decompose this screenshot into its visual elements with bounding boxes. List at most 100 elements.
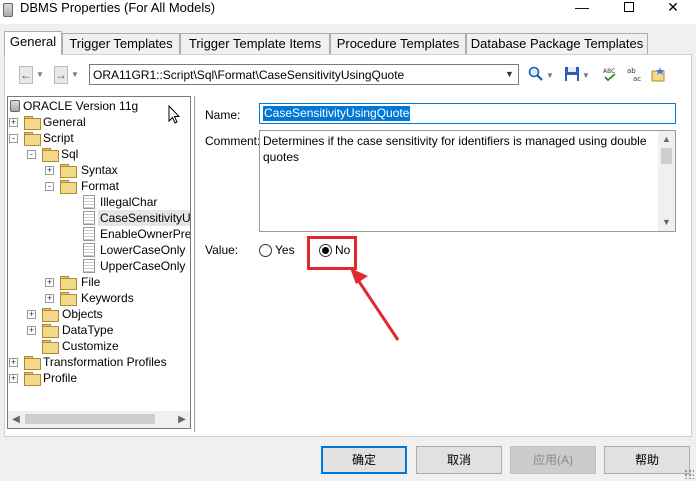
folder-icon	[60, 292, 77, 306]
expand-icon[interactable]: +	[9, 118, 18, 127]
tree-node-label: UpperCaseOnly	[100, 259, 186, 273]
tab-label: Trigger Template Items	[188, 36, 322, 51]
apply-button: 应用(A)	[510, 446, 596, 474]
name-field[interactable]: CaseSensitivityUsingQuote	[259, 103, 676, 124]
back-dropdown[interactable]: ▼	[36, 66, 44, 84]
tree-node-sql[interactable]: - Sql	[8, 146, 188, 162]
tree-node-label: LowerCaseOnly	[100, 243, 186, 257]
close-button[interactable]: ✕	[650, 0, 696, 17]
chevron-down-icon[interactable]: ▼	[501, 65, 518, 84]
tree-node-format[interactable]: - Format	[8, 178, 188, 194]
scroll-up-icon[interactable]: ▲	[658, 131, 675, 148]
expand-icon[interactable]: +	[9, 374, 18, 383]
replace-icon[interactable]: ab ac	[626, 66, 642, 82]
tab-label: Procedure Templates	[336, 36, 460, 51]
tree-node-label: EnableOwnerPrefix	[100, 227, 191, 241]
properties-icon[interactable]	[650, 66, 666, 82]
tab-trigger-template-items[interactable]: Trigger Template Items	[180, 33, 330, 54]
tree-node-illegalchar[interactable]: IllegalChar	[8, 194, 188, 210]
tab-label: General	[9, 34, 57, 49]
tree-node-label: File	[81, 275, 101, 289]
tree-horizontal-scrollbar[interactable]: ◀ ▶	[8, 411, 190, 428]
tree-node-transformation-profiles[interactable]: + Transformation Profiles	[8, 354, 188, 370]
folder-open-icon	[24, 132, 41, 146]
tree-node-casesensitivity[interactable]: CaseSensitivityUsir	[8, 210, 190, 226]
folder-icon	[24, 356, 41, 370]
find-dropdown[interactable]: ▼	[546, 67, 554, 85]
tree-node-label: DataType	[62, 323, 114, 337]
tab-database-package-templates[interactable]: Database Package Templates	[466, 33, 648, 54]
scroll-right-icon[interactable]: ▶	[174, 411, 190, 428]
forward-button[interactable]: →	[54, 66, 68, 84]
properties-tree[interactable]: ORACLE Version 11g + General - Script - …	[7, 96, 191, 429]
back-button[interactable]: ←	[19, 66, 33, 84]
collapse-icon[interactable]: -	[9, 134, 18, 143]
tree-node-uppercaseonly[interactable]: UpperCaseOnly	[8, 258, 188, 274]
tree-node-customize[interactable]: Customize	[8, 338, 188, 354]
folder-icon	[24, 372, 41, 386]
tree-node-label: Transformation Profiles	[43, 355, 167, 369]
tree-node-label: ORACLE Version 11g	[23, 99, 139, 113]
tree-node-syntax[interactable]: + Syntax	[8, 162, 188, 178]
tree-node-enableownerprefix[interactable]: EnableOwnerPrefix	[8, 226, 191, 242]
folder-open-icon	[60, 180, 77, 194]
title-bar: DBMS Properties (For All Models) — ✕	[0, 0, 696, 24]
ok-button-label: 确定	[351, 453, 376, 467]
save-icon[interactable]	[564, 66, 580, 82]
tree-node-label: Keywords	[81, 291, 134, 305]
scroll-down-icon[interactable]: ▼	[658, 214, 675, 231]
maximize-icon	[624, 2, 634, 12]
expand-icon[interactable]: +	[9, 358, 18, 367]
tab-procedure-templates[interactable]: Procedure Templates	[330, 33, 466, 54]
tree-node-lowercaseonly[interactable]: LowerCaseOnly	[8, 242, 188, 258]
expand-icon[interactable]: +	[45, 278, 54, 287]
tab-label: Database Package Templates	[470, 36, 644, 51]
minimize-button[interactable]: —	[559, 0, 605, 17]
expand-icon[interactable]: +	[45, 166, 54, 175]
collapse-icon[interactable]: -	[27, 150, 36, 159]
comment-vertical-scrollbar[interactable]: ▲ ▼	[658, 131, 675, 231]
radio-yes[interactable]: Yes	[259, 243, 301, 259]
comment-field[interactable]: Determines if the case sensitivity for i…	[259, 130, 676, 232]
save-dropdown[interactable]: ▼	[582, 67, 590, 85]
radio-yes-label: Yes	[275, 243, 295, 257]
scroll-left-icon[interactable]: ◀	[8, 411, 24, 428]
annotation-arrow-icon	[350, 268, 400, 341]
forward-dropdown[interactable]: ▼	[71, 66, 79, 84]
tree-node-label: General	[43, 115, 86, 129]
help-button[interactable]: 帮助	[604, 446, 690, 474]
tree-node-file[interactable]: + File	[8, 274, 188, 290]
scroll-thumb[interactable]	[661, 148, 672, 164]
tree-node-profile[interactable]: + Profile	[8, 370, 188, 386]
svg-text:ac: ac	[633, 75, 641, 82]
collapse-icon[interactable]: -	[45, 182, 54, 191]
resize-grip-icon[interactable]	[684, 469, 694, 479]
tree-node-label: Sql	[61, 147, 79, 161]
tree-node-label: Syntax	[81, 163, 118, 177]
comment-label: Comment:	[205, 134, 261, 148]
find-icon[interactable]	[528, 66, 544, 82]
tree-node-script[interactable]: - Script	[8, 130, 188, 146]
folder-icon	[42, 340, 59, 354]
entry-icon	[83, 243, 95, 257]
radio-yes-circle[interactable]	[259, 244, 272, 257]
tree-node-datatype[interactable]: + DataType	[8, 322, 188, 338]
tree-node-objects[interactable]: + Objects	[8, 306, 188, 322]
scroll-thumb[interactable]	[25, 414, 155, 424]
help-button-label: 帮助	[634, 453, 659, 467]
expand-icon[interactable]: +	[27, 326, 36, 335]
cancel-button[interactable]: 取消	[416, 446, 502, 474]
tab-general[interactable]: General	[4, 31, 62, 55]
spell-check-icon[interactable]: ABC	[602, 66, 618, 82]
tree-node-keywords[interactable]: + Keywords	[8, 290, 188, 306]
forward-arrow-icon: →	[55, 68, 67, 82]
expand-icon[interactable]: +	[45, 294, 54, 303]
path-combobox[interactable]: ORA11GR1::Script\Sql\Format\CaseSensitiv…	[89, 64, 519, 85]
comment-value: Determines if the case sensitivity for i…	[263, 134, 647, 164]
tab-trigger-templates[interactable]: Trigger Templates	[62, 33, 180, 54]
tree-node-general[interactable]: + General	[8, 114, 188, 130]
ok-button[interactable]: 确定	[321, 446, 407, 474]
pane-splitter[interactable]	[194, 96, 195, 432]
expand-icon[interactable]: +	[27, 310, 36, 319]
maximize-button[interactable]	[606, 0, 652, 17]
